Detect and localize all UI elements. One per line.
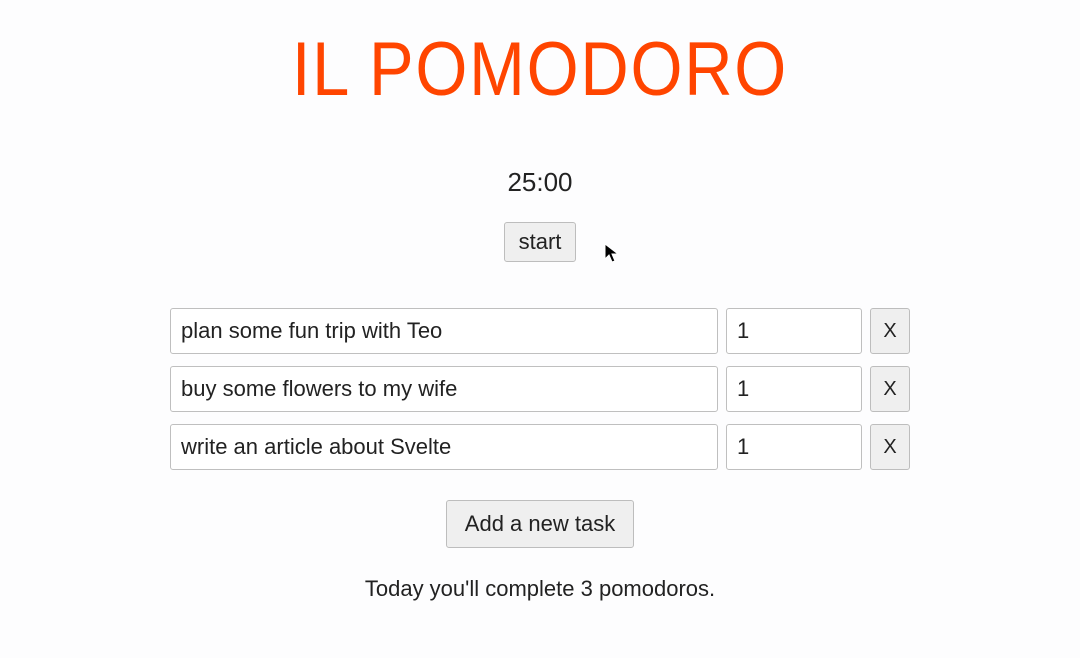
delete-task-button[interactable]: X	[870, 424, 910, 470]
task-count-input[interactable]	[726, 424, 862, 470]
task-row: X	[170, 366, 910, 412]
task-name-input[interactable]	[170, 308, 718, 354]
task-count-input[interactable]	[726, 366, 862, 412]
delete-task-button[interactable]: X	[870, 308, 910, 354]
start-button[interactable]: start	[504, 222, 577, 262]
task-list: X X X	[170, 308, 910, 470]
timer-display: 25:00	[507, 167, 572, 198]
task-name-input[interactable]	[170, 366, 718, 412]
delete-task-button[interactable]: X	[870, 366, 910, 412]
app-title: IL POMODORO	[292, 26, 788, 113]
task-row: X	[170, 308, 910, 354]
summary-text: Today you'll complete 3 pomodoros.	[365, 576, 715, 602]
app-root: IL POMODORO 25:00 start X X X Add a new …	[0, 0, 1080, 602]
task-name-input[interactable]	[170, 424, 718, 470]
task-row: X	[170, 424, 910, 470]
task-count-input[interactable]	[726, 308, 862, 354]
add-task-button[interactable]: Add a new task	[446, 500, 634, 548]
